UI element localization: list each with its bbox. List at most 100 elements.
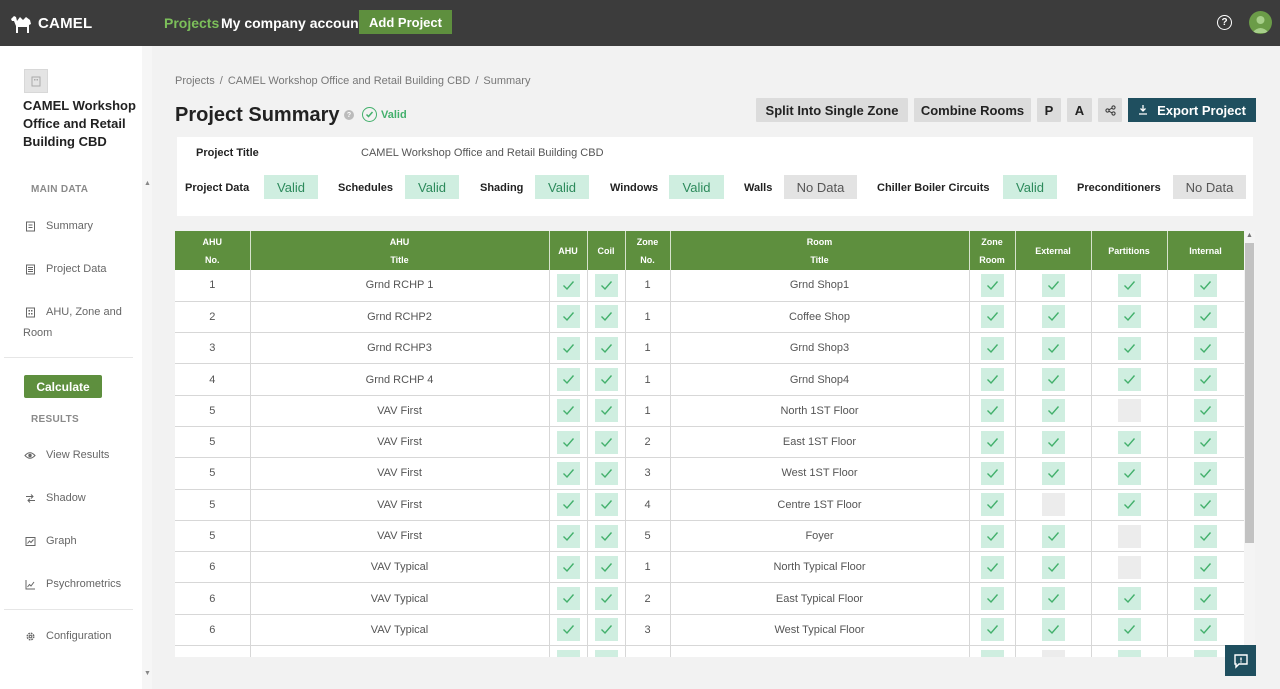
share-button[interactable] bbox=[1098, 98, 1122, 122]
table-row[interactable]: 1 Grnd RCHP 1 1 Grnd Shop1 bbox=[175, 270, 1244, 302]
sidebar-item-configuration[interactable]: Configuration bbox=[23, 626, 138, 647]
check-icon[interactable] bbox=[594, 493, 618, 517]
scroll-up-icon[interactable]: ▲ bbox=[1246, 232, 1253, 239]
a-button[interactable]: A bbox=[1067, 98, 1092, 122]
table-row[interactable]: 3 Grnd RCHP3 1 Grnd Shop3 bbox=[175, 332, 1244, 365]
combine-rooms-button[interactable]: Combine Rooms bbox=[914, 98, 1031, 122]
check-icon[interactable] bbox=[980, 336, 1004, 360]
check-icon[interactable] bbox=[1194, 273, 1217, 297]
table-row[interactable]: 5 VAV First 5 Foyer bbox=[175, 520, 1244, 553]
check-icon[interactable] bbox=[1194, 524, 1217, 548]
check-icon[interactable] bbox=[1117, 430, 1141, 454]
calculate-button[interactable]: Calculate bbox=[24, 375, 102, 398]
check-icon[interactable] bbox=[1117, 461, 1141, 485]
empty-check-icon[interactable] bbox=[1117, 399, 1141, 423]
check-icon[interactable] bbox=[1194, 430, 1217, 454]
check-icon[interactable] bbox=[1117, 649, 1141, 657]
breadcrumb-project[interactable]: CAMEL Workshop Office and Retail Buildin… bbox=[228, 75, 471, 87]
check-icon[interactable] bbox=[594, 430, 618, 454]
split-into-single-zone-button[interactable]: Split Into Single Zone bbox=[756, 98, 908, 122]
sidebar-item-shadow[interactable]: Shadow bbox=[23, 488, 138, 509]
check-icon[interactable] bbox=[1194, 336, 1217, 360]
table-row[interactable]: 4 Grnd RCHP 4 1 Grnd Shop4 bbox=[175, 363, 1244, 396]
check-icon[interactable] bbox=[980, 273, 1004, 297]
sidebar-item-graph[interactable]: Graph bbox=[23, 531, 138, 552]
check-icon[interactable] bbox=[594, 555, 618, 579]
check-icon[interactable] bbox=[980, 368, 1004, 392]
check-icon[interactable] bbox=[1041, 399, 1065, 423]
check-icon[interactable] bbox=[594, 649, 618, 657]
check-icon[interactable] bbox=[1117, 368, 1141, 392]
sidebar-item-project-data[interactable]: Project Data bbox=[23, 259, 138, 280]
feedback-button[interactable] bbox=[1225, 645, 1256, 676]
table-row[interactable]: 5 VAV First 1 North 1ST Floor bbox=[175, 395, 1244, 427]
check-icon[interactable] bbox=[980, 399, 1004, 423]
check-icon[interactable] bbox=[1194, 555, 1217, 579]
check-icon[interactable] bbox=[1041, 618, 1065, 642]
check-icon[interactable] bbox=[1117, 587, 1141, 611]
check-icon[interactable] bbox=[594, 368, 618, 392]
breadcrumb-projects[interactable]: Projects bbox=[175, 75, 215, 87]
check-icon[interactable] bbox=[1041, 461, 1065, 485]
scroll-up-icon[interactable]: ▲ bbox=[144, 180, 151, 187]
help-icon[interactable]: ? bbox=[1217, 15, 1232, 30]
empty-check-icon[interactable] bbox=[1117, 555, 1141, 579]
add-project-button[interactable]: Add Project bbox=[359, 10, 452, 34]
check-icon[interactable] bbox=[980, 587, 1004, 611]
check-icon[interactable] bbox=[1041, 305, 1065, 329]
table-row[interactable]: 2 Grnd RCHP2 1 Coffee Shop bbox=[175, 301, 1244, 334]
check-icon[interactable] bbox=[980, 493, 1004, 517]
check-icon[interactable] bbox=[556, 368, 580, 392]
table-row[interactable]: 6 VAV Typical 3 West Typical Floor bbox=[175, 614, 1244, 647]
check-icon[interactable] bbox=[1194, 618, 1217, 642]
export-project-button[interactable]: Export Project bbox=[1128, 98, 1256, 122]
check-icon[interactable] bbox=[1194, 587, 1217, 611]
check-icon[interactable] bbox=[556, 430, 580, 454]
p-button[interactable]: P bbox=[1037, 98, 1061, 122]
check-icon[interactable] bbox=[556, 649, 580, 657]
empty-check-icon[interactable] bbox=[1117, 524, 1141, 548]
check-icon[interactable] bbox=[594, 336, 618, 360]
check-icon[interactable] bbox=[1194, 305, 1217, 329]
empty-check-icon[interactable] bbox=[1041, 649, 1065, 657]
camel-logo[interactable]: CAMEL bbox=[9, 10, 92, 36]
nav-projects-link[interactable]: Projects bbox=[164, 15, 219, 31]
check-icon[interactable] bbox=[594, 305, 618, 329]
check-icon[interactable] bbox=[594, 618, 618, 642]
check-icon[interactable] bbox=[1194, 461, 1217, 485]
check-icon[interactable] bbox=[1041, 555, 1065, 579]
help-icon[interactable]: ? bbox=[344, 110, 354, 120]
check-icon[interactable] bbox=[594, 524, 618, 548]
check-icon[interactable] bbox=[556, 399, 580, 423]
table-row[interactable]: 6 VAV Typical 2 East Typical Floor bbox=[175, 582, 1244, 615]
check-icon[interactable] bbox=[1194, 368, 1217, 392]
check-icon[interactable] bbox=[556, 524, 580, 548]
check-icon[interactable] bbox=[1117, 273, 1141, 297]
check-icon[interactable] bbox=[556, 273, 580, 297]
sidebar-item-psychrometrics[interactable]: Psychrometrics bbox=[23, 574, 138, 595]
avatar[interactable] bbox=[1249, 11, 1272, 34]
table-scrollbar[interactable]: ▲ bbox=[1244, 231, 1255, 657]
check-icon[interactable] bbox=[556, 555, 580, 579]
table-row[interactable]: 5 VAV First 3 West 1ST Floor bbox=[175, 457, 1244, 490]
table-row[interactable] bbox=[175, 645, 1244, 657]
check-icon[interactable] bbox=[556, 305, 580, 329]
check-icon[interactable] bbox=[1041, 368, 1065, 392]
check-icon[interactable] bbox=[1117, 336, 1141, 360]
check-icon[interactable] bbox=[556, 587, 580, 611]
check-icon[interactable] bbox=[980, 618, 1004, 642]
check-icon[interactable] bbox=[1194, 493, 1217, 517]
check-icon[interactable] bbox=[980, 305, 1004, 329]
sidebar-scrollbar[interactable]: ▲ ▼ bbox=[142, 46, 152, 689]
check-icon[interactable] bbox=[1117, 618, 1141, 642]
check-icon[interactable] bbox=[594, 587, 618, 611]
check-icon[interactable] bbox=[1041, 587, 1065, 611]
check-icon[interactable] bbox=[980, 555, 1004, 579]
check-icon[interactable] bbox=[594, 461, 618, 485]
sidebar-item-summary[interactable]: Summary bbox=[23, 216, 138, 237]
sidebar-item-view-results[interactable]: View Results bbox=[23, 445, 138, 466]
check-icon[interactable] bbox=[1194, 649, 1217, 657]
empty-check-icon[interactable] bbox=[1041, 493, 1065, 517]
check-icon[interactable] bbox=[594, 273, 618, 297]
check-icon[interactable] bbox=[980, 649, 1004, 657]
